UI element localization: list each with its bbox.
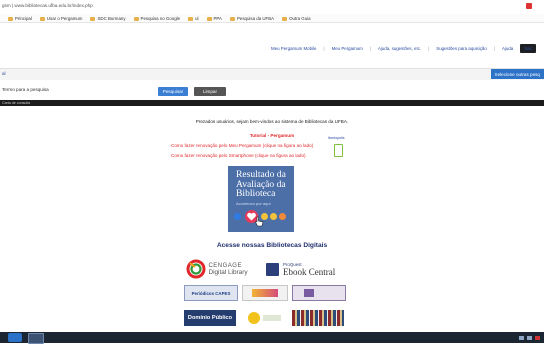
folder-icon — [282, 16, 288, 21]
wow-icon — [270, 213, 277, 220]
bookmark-item[interactable]: Outra Guia — [282, 16, 311, 21]
search-label: Termo para a pesquisa — [2, 87, 49, 92]
folder-icon — [133, 16, 139, 21]
angry-icon — [279, 213, 286, 220]
smartphone-tutorial-image[interactable]: Ibertopolis — [328, 136, 350, 160]
address-bar[interactable]: gsm | www.bibliotecas.ufba.edu.br/index.… — [0, 0, 544, 14]
notification-icon[interactable] — [535, 335, 540, 340]
header-links: Meu Pergamum Mobile | Meu Pergamum | Aju… — [271, 44, 536, 53]
tutorial-title: Tutorial - Pergamum — [249, 133, 295, 138]
header-link[interactable]: Ajuda — [502, 46, 513, 51]
search-button[interactable]: Pesquisar — [158, 87, 188, 96]
smartphone-icon — [334, 144, 343, 157]
bookmark-item[interactable]: SDC Burmany — [90, 16, 126, 21]
bookmark-item[interactable]: Pesquisa da UFBA — [229, 16, 274, 21]
proquest-link[interactable]: ProQuest Ebook Central — [266, 258, 350, 280]
accessibility-logo-text — [262, 315, 281, 321]
header-link[interactable]: Ajuda, sugestões, etc. — [378, 46, 421, 51]
repository-logo-image — [304, 289, 314, 297]
folder-icon — [8, 16, 13, 21]
bookmark-item[interactable]: Usar o Pergamum — [39, 16, 82, 21]
folder-icon — [206, 16, 212, 21]
proquest-book-icon — [266, 262, 279, 276]
cengage-sub: Digital Library — [208, 268, 248, 276]
capes-text: Periódicos CAPES — [191, 290, 231, 296]
accessibility-icon — [247, 312, 260, 324]
address-text[interactable]: gsm | www.bibliotecas.ufba.edu.br/index.… — [2, 3, 93, 9]
taskbar — [0, 332, 544, 343]
start-button[interactable] — [8, 333, 22, 342]
tutorial-link-smartphone[interactable]: Como fazer renovação pelo Smartphone (cl… — [171, 153, 306, 159]
ebook-central-text: Ebook Central — [283, 266, 336, 277]
system-tray — [519, 333, 540, 342]
logout-button[interactable]: Sair — [520, 44, 536, 53]
taskbar-app-icon[interactable] — [28, 333, 44, 344]
network-icon[interactable] — [519, 335, 524, 340]
library-logo-image — [252, 289, 278, 297]
folder-icon — [188, 16, 194, 21]
bookmark-item[interactable]: PPA — [206, 16, 222, 21]
phone-label: Ibertopolis — [328, 136, 345, 140]
results-band: Carta de consulta — [0, 100, 544, 106]
volume-icon[interactable] — [527, 335, 532, 340]
repository-link[interactable] — [292, 285, 346, 301]
evaluation-title: Resultado da Avaliação da Biblioteca — [236, 169, 286, 200]
dominio-text: Domínio Público — [187, 315, 233, 321]
capes-periodicos-link[interactable]: Periódicos CAPES — [184, 285, 238, 301]
welcome-text: Prezados usuários, sejam bem-vindos ao s… — [195, 119, 349, 124]
bookmark-item[interactable]: Pesquisa no Google — [133, 16, 180, 21]
folder-icon — [229, 16, 235, 21]
header-link[interactable]: Sugestões para aquisição — [436, 46, 487, 51]
library-logo-link[interactable] — [242, 285, 288, 301]
search-row: Termo para a pesquisa — [0, 80, 544, 101]
like-icon — [234, 213, 241, 220]
tutorial-link-desktop[interactable]: Como fazer renovação pelo Meu Pergamum (… — [171, 143, 313, 149]
hand-cursor-icon — [255, 216, 264, 230]
folder-icon — [90, 16, 96, 21]
clear-button[interactable]: Limpar — [194, 87, 226, 96]
evaluation-subtitle: Aconteceu por aqui — [236, 201, 271, 206]
select-search-button[interactable]: Selecione outras pesq — [490, 69, 544, 79]
bookmarks-bar: Principal Usar o Pergamum SDC Burmany Pe… — [0, 14, 544, 23]
cengage-icon — [186, 259, 206, 279]
extension-icon[interactable] — [526, 3, 532, 9]
bookmark-item[interactable]: Principal — [8, 16, 32, 21]
dominio-publico-link[interactable]: Domínio Público — [184, 310, 236, 326]
cengage-link[interactable]: CENGAGE Digital Library — [186, 256, 248, 282]
books-collection-link[interactable] — [292, 310, 344, 326]
header-link[interactable]: Meu Pergamum — [332, 46, 363, 51]
digital-libraries-title: Acesse nossas Bibliotecas Digitais — [216, 242, 328, 249]
folder-icon — [39, 16, 45, 21]
accessibility-link[interactable] — [244, 310, 284, 326]
bookmark-item[interactable]: ul — [188, 16, 199, 21]
results-band-label: Carta de consulta — [2, 101, 31, 105]
header-link[interactable]: Meu Pergamum Mobile — [271, 46, 316, 51]
band-label: al — [2, 71, 6, 76]
